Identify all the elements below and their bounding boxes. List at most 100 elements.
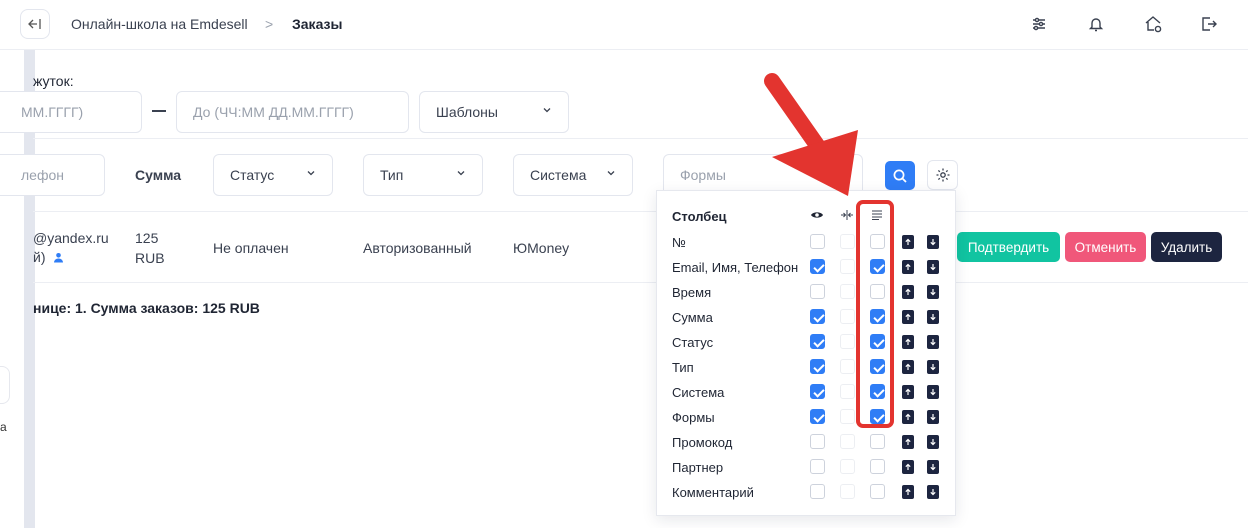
visible-checkbox[interactable] [810,309,825,324]
row-amount: 125 [135,230,159,246]
arrow-up-icon [905,388,911,395]
arrow-up-icon [905,488,911,495]
phone-filter-input[interactable]: лефон [0,154,105,196]
move-down-button[interactable] [927,360,939,374]
wrap-text-checkbox[interactable] [870,459,885,474]
user-icon[interactable] [53,252,64,263]
visible-checkbox[interactable] [810,434,825,449]
move-down-button[interactable] [927,235,939,249]
visible-checkbox[interactable] [810,284,825,299]
move-up-button[interactable] [902,285,914,299]
fixed-width-checkbox[interactable] [840,434,855,449]
move-down-button[interactable] [927,460,939,474]
date-to-input[interactable]: До (ЧЧ:ММ ДД.ММ.ГГГГ) [176,91,409,133]
fixed-width-checkbox[interactable] [840,484,855,499]
confirm-button[interactable]: Подтвердить [957,232,1060,262]
move-up-button[interactable] [902,260,914,274]
arrow-up-icon [905,438,911,445]
move-down-button[interactable] [927,485,939,499]
move-up-button[interactable] [902,335,914,349]
arrow-up-icon [905,288,911,295]
home-gear-icon[interactable] [1143,14,1163,34]
column-row-label: Формы [672,410,715,425]
collapse-sidebar-button[interactable] [20,9,50,39]
row-email[interactable]: @yandex.ru [33,230,109,246]
filters-divider [33,138,1248,139]
arrow-down-icon [930,289,936,296]
column-row-label: № [672,235,686,250]
wrap-text-checkbox[interactable] [870,434,885,449]
column-row-label: Система [672,385,725,400]
column-row-label: Статус [672,335,714,350]
visible-checkbox[interactable] [810,459,825,474]
column-row: Промокод [657,431,957,456]
move-down-button[interactable] [927,335,939,349]
fixed-width-checkbox[interactable] [840,384,855,399]
column-row: Формы [657,406,957,431]
fixed-width-checkbox[interactable] [840,234,855,249]
fixed-width-checkbox[interactable] [840,309,855,324]
width-icon [841,210,853,220]
column-row: Сумма [657,306,957,331]
move-down-button[interactable] [927,310,939,324]
move-down-button[interactable] [927,285,939,299]
arrow-up-icon [905,313,911,320]
column-row: Email, Имя, Телефон [657,256,957,281]
arrow-up-icon [905,363,911,370]
type-select[interactable]: Тип [363,154,483,196]
bell-icon[interactable] [1086,14,1106,34]
fixed-width-checkbox[interactable] [840,334,855,349]
top-header: Онлайн-школа на Emdesell > Заказы [0,0,1248,50]
status-select[interactable]: Статус [213,154,333,196]
range-dash [152,110,166,112]
move-up-button[interactable] [902,410,914,424]
move-up-button[interactable] [902,360,914,374]
fixed-width-checkbox[interactable] [840,284,855,299]
templates-select[interactable]: Шаблоны [419,91,569,133]
column-header-label: Столбец [672,209,727,224]
column-row: Комментарий [657,481,957,506]
column-row-label: Комментарий [672,485,754,500]
chevron-down-icon [307,171,315,176]
visible-checkbox[interactable] [810,409,825,424]
move-down-button[interactable] [927,410,939,424]
system-select[interactable]: Система [513,154,633,196]
fixed-width-checkbox[interactable] [840,359,855,374]
visible-checkbox[interactable] [810,334,825,349]
move-down-button[interactable] [927,435,939,449]
breadcrumb-school[interactable]: Онлайн-школа на Emdesell [71,16,248,32]
move-up-button[interactable] [902,385,914,399]
cancel-button[interactable]: Отменить [1065,232,1146,262]
fixed-width-checkbox[interactable] [840,409,855,424]
sliders-icon[interactable] [1029,14,1049,34]
move-up-button[interactable] [902,435,914,449]
search-button[interactable] [885,161,915,190]
move-up-button[interactable] [902,310,914,324]
chevron-down-icon [607,171,615,176]
move-up-button[interactable] [902,235,914,249]
arrow-up-icon [905,463,911,470]
move-up-button[interactable] [902,460,914,474]
visible-checkbox[interactable] [810,259,825,274]
fixed-width-checkbox[interactable] [840,459,855,474]
row-type: Авторизованный [363,240,472,256]
column-settings-button[interactable] [927,160,958,190]
fixed-width-checkbox[interactable] [840,259,855,274]
column-row: № [657,231,957,256]
date-from-input[interactable]: ММ.ГГГГ) [0,91,142,133]
arrow-down-icon [930,389,936,396]
move-down-button[interactable] [927,260,939,274]
visible-checkbox[interactable] [810,484,825,499]
wrap-text-checkbox[interactable] [870,484,885,499]
row-currency: RUB [135,250,165,266]
move-down-button[interactable] [927,385,939,399]
visible-checkbox[interactable] [810,359,825,374]
row-divider [33,282,1248,283]
delete-button[interactable]: Удалить [1151,232,1222,262]
visible-checkbox[interactable] [810,234,825,249]
logout-icon[interactable] [1199,14,1219,34]
sidebar-collapsed-item[interactable] [0,366,10,404]
visible-checkbox[interactable] [810,384,825,399]
move-up-button[interactable] [902,485,914,499]
row-name: й) [33,249,64,265]
